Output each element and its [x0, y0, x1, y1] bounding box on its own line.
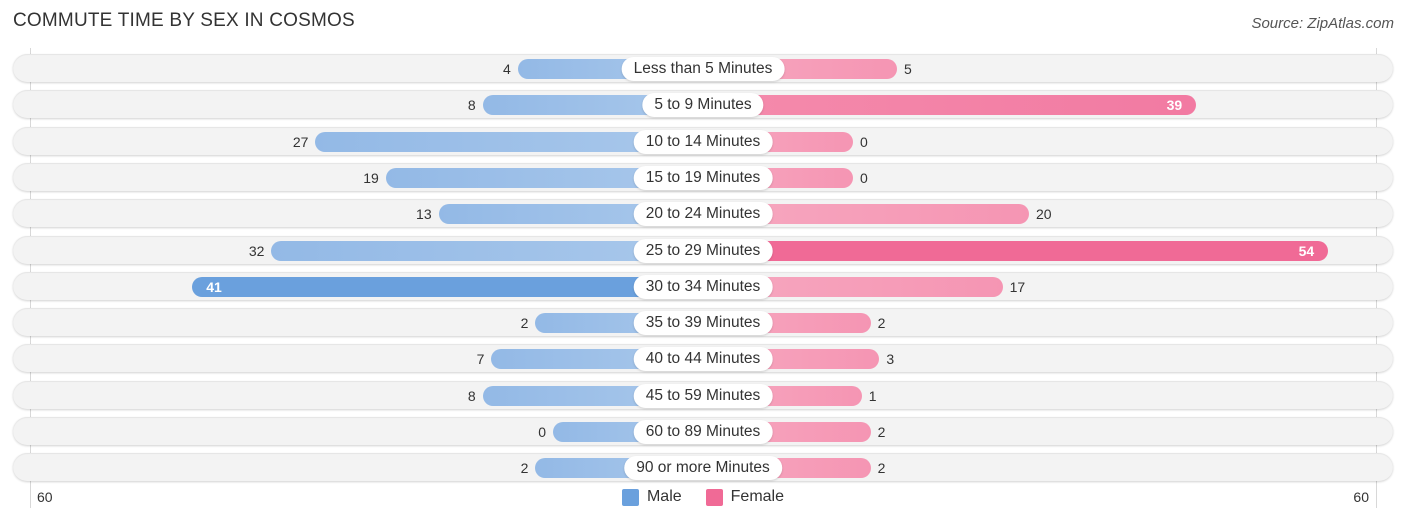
legend-label-male: Male — [646, 488, 682, 505]
chart-row: 27 0 10 to 14 Minutes — [13, 126, 1393, 157]
chart-row: 41 17 30 to 34 Minutes — [13, 271, 1393, 302]
value-label-female: 2 — [877, 424, 886, 440]
bar-female[interactable] — [703, 240, 1329, 261]
value-label-male: 7 — [476, 351, 485, 368]
category-label: 20 to 24 Minutes — [633, 202, 773, 227]
chart-row: 8 39 5 to 9 Minutes — [13, 90, 1393, 120]
category-label: 5 to 9 Minutes — [642, 93, 764, 118]
value-label-female: 0 — [860, 169, 868, 186]
value-label-female: 20 — [1036, 206, 1052, 223]
chart-row: 13 20 20 to 24 Minutes — [13, 199, 1393, 229]
value-label-male: 41 — [206, 278, 222, 295]
chart-row: 2 2 90 or more Minutes — [13, 453, 1393, 483]
chart-row: 7 3 40 to 44 Minutes — [13, 344, 1393, 374]
category-label: 90 or more Minutes — [624, 456, 782, 481]
value-label-female: 5 — [904, 61, 912, 77]
value-label-male: 2 — [520, 315, 529, 332]
chart-row: 2 2 35 to 39 Minutes — [13, 308, 1393, 338]
value-label-female: 1 — [868, 387, 877, 404]
bar-female[interactable] — [703, 95, 1197, 116]
value-label-female: 3 — [886, 351, 895, 368]
chart-row: 19 0 15 to 19 Minutes — [13, 162, 1393, 193]
value-label-female: 2 — [877, 460, 886, 477]
value-label-male: 13 — [416, 206, 432, 223]
category-label: 30 to 34 Minutes — [633, 274, 773, 299]
category-label: 10 to 14 Minutes — [633, 129, 773, 154]
legend-swatch-female — [705, 488, 723, 506]
value-label-male: 8 — [467, 97, 476, 114]
value-label-male: 2 — [520, 460, 529, 477]
value-label-male: 4 — [503, 61, 511, 77]
value-label-male: 32 — [248, 242, 265, 259]
legend-label-female: Female — [730, 488, 785, 505]
value-label-male: 0 — [538, 424, 546, 440]
value-label-female: 2 — [877, 315, 886, 332]
chart-row: 0 2 60 to 89 Minutes — [13, 417, 1393, 447]
category-label: 60 to 89 Minutes — [633, 420, 773, 444]
value-label-male: 19 — [363, 169, 379, 186]
chart-row: 8 1 45 to 59 Minutes — [13, 380, 1393, 411]
legend-item-female[interactable]: Female — [705, 488, 785, 506]
legend-swatch-male — [621, 488, 639, 506]
legend: Male Female — [0, 488, 1406, 506]
chart-title: COMMUTE TIME BY SEX IN COSMOS — [13, 10, 355, 31]
bar-male[interactable] — [192, 276, 703, 297]
value-label-female: 17 — [1009, 278, 1026, 295]
category-label: Less than 5 Minutes — [621, 57, 785, 81]
value-label-female: 0 — [860, 133, 868, 150]
category-label: 40 to 44 Minutes — [633, 347, 773, 372]
value-label-female: 54 — [1298, 242, 1315, 259]
chart-row: 4 5 Less than 5 Minutes — [13, 54, 1393, 84]
value-label-male: 8 — [467, 387, 476, 404]
value-label-male: 27 — [292, 133, 309, 150]
category-label: 25 to 29 Minutes — [633, 238, 773, 263]
value-label-female: 39 — [1166, 97, 1183, 114]
category-label: 45 to 59 Minutes — [633, 383, 773, 408]
source-label: Source: ZipAtlas.com — [1251, 15, 1394, 32]
legend-item-male[interactable]: Male — [621, 488, 682, 506]
category-label: 35 to 39 Minutes — [633, 311, 773, 336]
chart-row: 32 54 25 to 29 Minutes — [13, 235, 1393, 266]
category-label: 15 to 19 Minutes — [633, 165, 773, 190]
